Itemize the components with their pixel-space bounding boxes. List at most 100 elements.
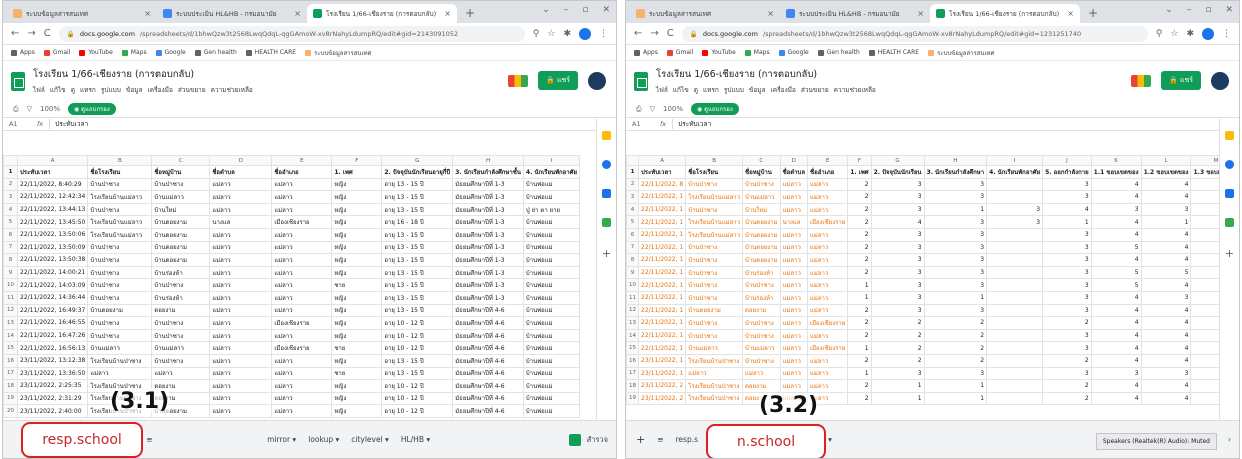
- row-number[interactable]: 19: [3, 391, 18, 406]
- table-cell[interactable]: แม่ลาว: [779, 227, 809, 242]
- table-cell[interactable]: 3: [1042, 341, 1092, 355]
- table-cell[interactable]: มัธยมศึกษาปีที่ 4-6: [452, 379, 524, 393]
- table-cell[interactable]: แม่ลาว: [807, 366, 849, 381]
- table-cell[interactable]: 1: [870, 391, 925, 406]
- table-cell[interactable]: 22/11/2022, 1: [637, 215, 687, 229]
- table-cell[interactable]: แม่ลาว: [742, 366, 781, 381]
- table-cell[interactable]: 23/11/2022, 1: [637, 366, 687, 381]
- menu-item[interactable]: รูปแบบ: [101, 85, 121, 95]
- table-cell[interactable]: แม่ลาว: [807, 353, 849, 368]
- all-sheets-icon[interactable]: ≡: [146, 435, 152, 444]
- table-cell[interactable]: ดอยงาม: [742, 303, 781, 318]
- table-cell[interactable]: 4: [1140, 240, 1192, 255]
- table-cell[interactable]: โรงเรียนบ้านป่าซาง: [685, 379, 744, 393]
- table-cell[interactable]: บ้านป่าซาง: [87, 316, 153, 330]
- maps-icon[interactable]: [602, 218, 611, 227]
- forward-icon[interactable]: →: [27, 28, 35, 39]
- row-number[interactable]: 15: [3, 341, 18, 355]
- table-cell[interactable]: 23/11/2022, 2:25:35: [16, 379, 89, 393]
- reload-icon[interactable]: C: [44, 28, 51, 39]
- filter-view-button[interactable]: ◉ ดูแถบกรอง: [691, 103, 739, 115]
- table-cell[interactable]: 23/11/2022, 13:12:38: [16, 353, 89, 368]
- table-cell[interactable]: 2: [870, 341, 925, 355]
- table-cell[interactable]: 22/11/2022, 1: [637, 227, 687, 242]
- header-cell[interactable]: ชื่อโรงเรียน: [87, 165, 153, 179]
- browser-tab[interactable]: ระบบข้อมูลสารสนเทศ ×: [630, 4, 780, 23]
- table-cell[interactable]: 2: [847, 202, 872, 217]
- row-number[interactable]: 5: [3, 215, 18, 229]
- column-header[interactable]: G: [381, 155, 454, 166]
- table-cell[interactable]: แม่ลาว: [209, 341, 273, 355]
- table-cell[interactable]: แม่ลาว: [807, 202, 849, 217]
- table-cell[interactable]: ดอยงาม: [151, 303, 211, 318]
- row-number[interactable]: 16: [626, 353, 639, 368]
- browser-tab[interactable]: โรงเรียน 1/66-เชียงราย (การตอบกลับ) ×: [930, 4, 1080, 23]
- table-cell[interactable]: หญิง: [331, 265, 383, 280]
- table-cell[interactable]: บ้านพ่อแม่: [522, 278, 580, 292]
- table-cell[interactable]: 22/11/2022, 14:03:09: [16, 278, 89, 292]
- table-cell[interactable]: โรงเรียนบ้านแม่ลาว: [87, 190, 153, 204]
- bookmark-item[interactable]: Gen health: [817, 49, 860, 56]
- row-number[interactable]: 2: [626, 177, 639, 192]
- table-cell[interactable]: [986, 328, 1044, 343]
- header-cell[interactable]: 1.2 ขอบเขตของ: [1140, 165, 1192, 179]
- table-cell[interactable]: แม่ลาว: [271, 253, 333, 267]
- extensions-icon[interactable]: ✱: [1186, 29, 1194, 39]
- menu-item[interactable]: ดู: [71, 85, 75, 95]
- table-cell[interactable]: แม่ลาว: [779, 341, 809, 355]
- corner-cell[interactable]: [3, 155, 18, 166]
- bookmark-item[interactable]: Gmail: [43, 49, 70, 56]
- row-number[interactable]: 8: [3, 253, 18, 267]
- add-sheet-icon[interactable]: +: [636, 433, 645, 446]
- cell-reference[interactable]: A1: [632, 120, 654, 128]
- table-cell[interactable]: บ้านป่าซาง: [87, 202, 153, 217]
- table-cell[interactable]: [986, 253, 1044, 267]
- profile-icon[interactable]: [1202, 27, 1214, 40]
- table-cell[interactable]: บ้านป่าซาง: [742, 316, 781, 330]
- table-cell[interactable]: หญิง: [331, 227, 383, 242]
- header-cell[interactable]: 1.1 ขอบเขตของ: [1090, 165, 1142, 179]
- menu-item[interactable]: ข้อมูล: [126, 85, 143, 95]
- table-cell[interactable]: แม่ลาว: [271, 265, 333, 280]
- close-icon[interactable]: ×: [444, 9, 451, 18]
- table-cell[interactable]: 1: [847, 366, 872, 381]
- close-icon[interactable]: ×: [1067, 9, 1074, 18]
- bookmark-item[interactable]: YouTube: [79, 49, 113, 56]
- column-header[interactable]: G: [870, 155, 925, 166]
- column-header[interactable]: H: [452, 155, 524, 166]
- table-cell[interactable]: 4: [1090, 303, 1142, 318]
- table-cell[interactable]: นางแล: [209, 215, 273, 229]
- table-cell[interactable]: 4: [1190, 240, 1219, 255]
- row-number[interactable]: 13: [3, 316, 18, 330]
- table-cell[interactable]: บ้านดอยงาม: [87, 303, 153, 318]
- table-cell[interactable]: 3: [923, 227, 988, 242]
- table-cell[interactable]: 4: [1140, 341, 1192, 355]
- sheet-table[interactable]: A B C D E F G H I 1 ประทับเวลา ชื่อโรงเรียน ชื่อหมู่…: [3, 155, 580, 418]
- table-cell[interactable]: 4: [1090, 177, 1142, 192]
- table-cell[interactable]: อายุ 13 - 15 ปี: [381, 353, 454, 368]
- highlighted-sheet-tab[interactable]: n.school: [706, 424, 826, 458]
- table-cell[interactable]: แม่ลาว: [209, 278, 273, 292]
- table-cell[interactable]: 4: [1140, 353, 1192, 368]
- table-cell[interactable]: 3: [923, 278, 988, 292]
- table-cell[interactable]: 3: [1042, 278, 1092, 292]
- table-cell[interactable]: 4: [1090, 215, 1142, 229]
- table-cell[interactable]: แม่ลาว: [807, 253, 849, 267]
- maximize-icon[interactable]: ▫: [582, 5, 588, 15]
- table-cell[interactable]: 22/11/2022, 1: [637, 240, 687, 255]
- table-cell[interactable]: 22/11/2022, 16:47:26: [16, 328, 89, 343]
- table-cell[interactable]: 3: [1042, 366, 1092, 381]
- table-cell[interactable]: โรงเรียนบ้านป่าซาง: [685, 353, 744, 368]
- table-cell[interactable]: [986, 391, 1044, 406]
- keep-icon[interactable]: [602, 131, 611, 140]
- table-cell[interactable]: แม่ลาว: [209, 177, 273, 192]
- sheet-tab[interactable]: HL/HB ▾: [401, 435, 430, 444]
- column-header[interactable]: C: [151, 155, 211, 166]
- table-cell[interactable]: 2: [870, 328, 925, 343]
- table-cell[interactable]: บ้านร่องห้า: [151, 265, 211, 280]
- table-cell[interactable]: 23/11/2022, 1: [637, 353, 687, 368]
- table-cell[interactable]: แม่ลาว: [271, 278, 333, 292]
- search-icon[interactable]: ⚲: [533, 29, 540, 39]
- url-bar[interactable]: 🔒 docs.google.com/spreadsheets/d/1bhwQzw…: [681, 25, 1148, 42]
- chevron-down-icon[interactable]: ⌄: [542, 5, 550, 15]
